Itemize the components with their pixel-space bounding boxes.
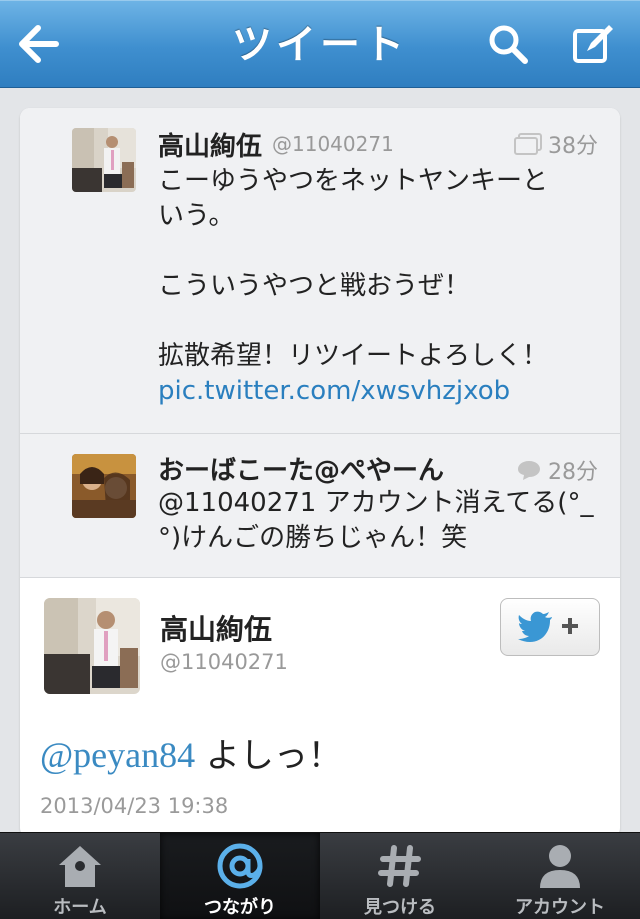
reply-bubble-icon (518, 461, 540, 480)
follow-button[interactable] (500, 598, 600, 656)
tweet-line: @11040271 アカウント消えてる(°_ (158, 488, 594, 518)
tweet-line (158, 234, 598, 269)
tab-discover[interactable]: 見つける (320, 833, 480, 919)
tab-account[interactable]: アカウント (480, 833, 640, 919)
search-button[interactable] (482, 18, 534, 70)
compose-icon (573, 25, 613, 63)
conversation-tweet[interactable]: おーばこーた@ぺやーん 28分 @11040271 アカウント消えてる(°_ °… (20, 434, 620, 578)
image-icon (514, 133, 542, 155)
page-title: ツイート (232, 22, 408, 68)
compose-button[interactable] (568, 18, 620, 70)
tab-label: ホーム (53, 897, 107, 918)
tweet-line: °)けんごの勝ちじゃん！笑 (158, 523, 468, 553)
tab-label: つながり (204, 897, 276, 918)
author-handle: @11040271 (272, 132, 394, 156)
tab-label: 見つける (364, 897, 436, 918)
tab-connect[interactable]: つながり (160, 833, 320, 919)
tab-bar: ホーム つながり 見つける アカウント (0, 832, 640, 919)
home-icon (59, 846, 101, 887)
hash-icon (378, 845, 421, 887)
tweet-line: こーゆうやつをネットヤンキーと (158, 166, 549, 196)
tweet-time: 38分 (514, 128, 598, 160)
avatar[interactable] (72, 454, 136, 518)
tweet-detail-card: 高山絢伍 @11040271 38分 こーゆうやつをネットヤンキーと いう。 こ… (20, 108, 620, 838)
main-tweet-body: よしっ！ (195, 736, 342, 776)
avatar[interactable] (72, 128, 136, 192)
author-name: おーばこーた@ぺやーん (158, 456, 445, 486)
tweet-text: @11040271 アカウント消えてる(°_ °)けんごの勝ちじゃん！笑 (158, 486, 598, 556)
main-tweet-text: @peyan84 よしっ！ (40, 728, 342, 777)
tab-label: アカウント (515, 897, 605, 918)
tweet-line: こういうやつと戦おうぜ！ (158, 271, 471, 301)
main-author-name: 高山絢伍 (160, 613, 273, 646)
search-icon (489, 25, 528, 64)
conversation-tweet[interactable]: 高山絢伍 @11040271 38分 こーゆうやつをネットヤンキーと いう。 こ… (20, 108, 620, 434)
person-icon (540, 845, 580, 888)
mention-link[interactable]: @peyan84 (40, 735, 195, 775)
time-label: 28分 (548, 460, 598, 485)
tweet-date: 2013/04/23 19:38 (40, 794, 229, 818)
tweet-line: 拡散希望！リツイートよろしく！ (158, 341, 549, 371)
nav-bar: ツイート (0, 0, 640, 88)
conversation-thread: 高山絢伍 @11040271 38分 こーゆうやつをネットヤンキーと いう。 こ… (20, 108, 620, 578)
tweet-text: こーゆうやつをネットヤンキーと いう。 こういうやつと戦おうぜ！ 拡散希望！リツ… (158, 164, 598, 409)
at-icon (217, 843, 263, 889)
tab-home[interactable]: ホーム (0, 833, 160, 919)
main-avatar[interactable] (44, 598, 140, 694)
tweet-line (158, 304, 598, 339)
twitter-bird-plus-icon (518, 611, 578, 642)
tweet-time: 28分 (516, 454, 598, 486)
time-label: 38分 (548, 134, 598, 159)
tweet-link[interactable]: pic.twitter.com/xwsvhzjxob (158, 374, 598, 409)
tweet-line: いう。 (158, 201, 235, 231)
author-name: 高山絢伍 (158, 132, 263, 162)
main-author-handle: @11040271 (160, 650, 288, 674)
